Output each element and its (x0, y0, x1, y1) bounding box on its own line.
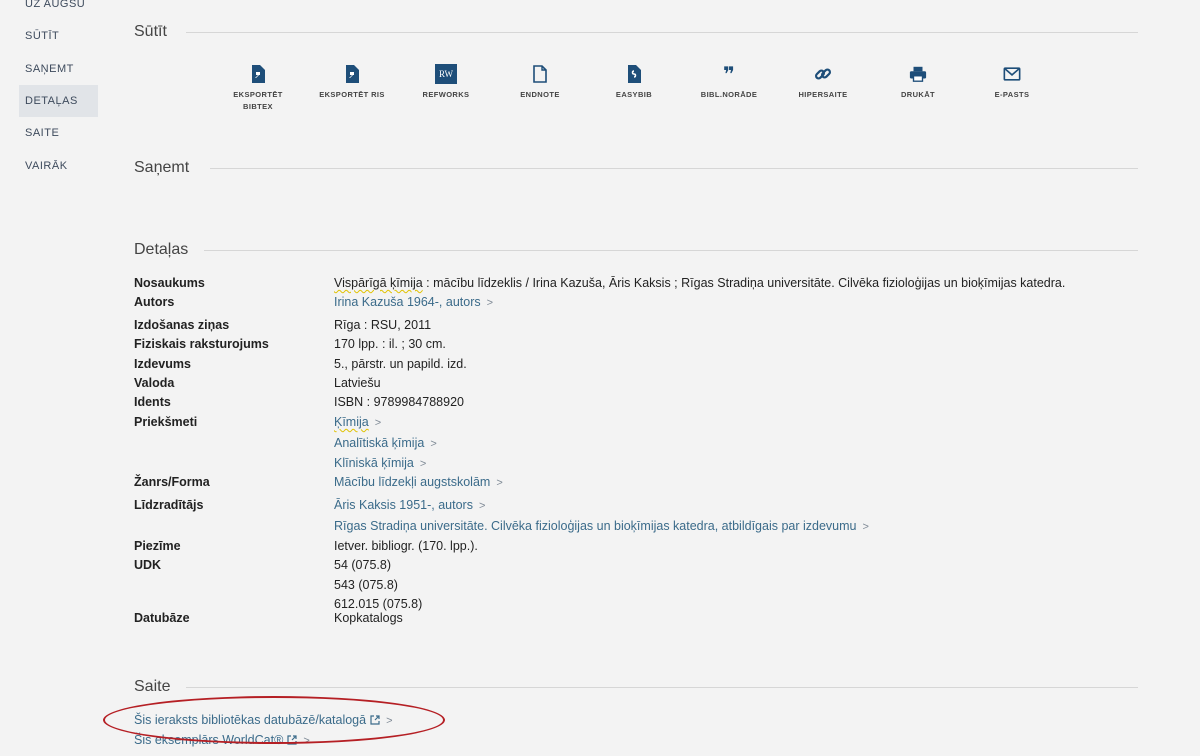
subject-link[interactable]: Ķīmija (334, 415, 369, 429)
detail-value-publication: Rīga : RSU, 2011 (334, 318, 432, 332)
printer-icon (909, 64, 927, 84)
chevron-right-icon: > (430, 437, 437, 450)
detail-label-genre: Žanrs/Forma (134, 475, 210, 489)
citation-quote-icon: ❞ (720, 62, 738, 86)
side-nav-top[interactable]: Uz augšu (19, 0, 98, 20)
easybib-label: EasyBib (615, 90, 653, 99)
get-section-divider (210, 168, 1138, 169)
refworks-button[interactable]: RW RefWorks (400, 64, 492, 101)
subject-link[interactable]: Analītiskā ķīmija (334, 436, 424, 450)
endnote-label: EndNote (520, 90, 560, 99)
details-section-divider (204, 250, 1138, 251)
detail-label-subjects: Priekšmeti (134, 415, 198, 429)
side-nav-link[interactable]: Saite (19, 117, 98, 149)
detail-value-database: Kopkatalogs (334, 611, 403, 625)
side-nav-more[interactable]: Vairāk (19, 150, 98, 182)
detail-value-note: Ietver. bibliogr. (170. lpp.). (334, 539, 478, 553)
print-label: Drukāt (900, 90, 936, 99)
export-bibtex-label-2: BibTeX (243, 102, 273, 111)
chevron-right-icon: > (486, 297, 494, 309)
detail-value-edition: 5., pārstr. un papild. izd. (334, 357, 467, 371)
export-ris-label: Eksportēt RIS (319, 90, 385, 99)
subject-link[interactable]: Klīniskā ķīmija (334, 456, 414, 470)
export-bibtex-label-1: Eksportēt (233, 90, 283, 99)
detail-value-title-rest: : mācību līdzeklis / Irina Kazuša, Āris … (422, 276, 1066, 290)
hyperlink-label: Hipersaite (798, 90, 848, 99)
export-ris-icon (343, 64, 361, 84)
citation-label: Bibl.norāde (700, 90, 758, 99)
udk-value: 54 (075.8) (334, 558, 391, 572)
citation-quote-glyph: ❞ (723, 62, 735, 86)
hyperlink-button[interactable]: Hipersaite (777, 64, 869, 101)
citation-button[interactable]: ❞ Bibl.norāde (683, 62, 775, 101)
export-ris-button[interactable]: Eksportēt RIS (306, 64, 398, 101)
chevron-right-icon: > (862, 520, 869, 533)
highlight-circle-annotation (103, 696, 445, 744)
refworks-icon: RW (435, 64, 457, 84)
contributor-link[interactable]: Āris Kaksis 1951-, autors (334, 498, 473, 512)
refworks-label: RefWorks (422, 90, 470, 99)
details-section-title: Detaļas (134, 241, 189, 258)
detail-label-physical: Fiziskais raksturojums (134, 337, 269, 351)
link-section-title: Saite (134, 678, 171, 695)
print-button[interactable]: Drukāt (872, 64, 964, 101)
link-section-heading: Saite (134, 677, 170, 697)
detail-value-physical: 170 lpp. : il. ; 30 cm. (334, 337, 446, 351)
mail-icon (1003, 64, 1021, 84)
send-section-heading: Sūtīt (134, 22, 167, 42)
chevron-right-icon: > (419, 458, 427, 470)
send-section-title: Sūtīt (134, 23, 167, 40)
send-section-divider (186, 32, 1138, 33)
detail-label-identifier: Idents (134, 395, 171, 409)
detail-value-identifier: ISBN : 9789984788920 (334, 395, 464, 409)
email-button[interactable]: E-pasts (966, 64, 1058, 101)
chevron-right-icon: > (496, 477, 503, 489)
detail-label-language: Valoda (134, 376, 175, 390)
refworks-icon-text: RW (438, 69, 453, 79)
author-link[interactable]: Irina Kazuša 1964-, autors (334, 295, 481, 309)
detail-label-title: Nosaukums (134, 276, 205, 290)
endnote-button[interactable]: EndNote (494, 64, 586, 101)
detail-label-database: Datubāze (134, 611, 190, 625)
side-nav-get[interactable]: Saņemt (19, 53, 98, 85)
detail-label-publication: Izdošanas ziņas (134, 318, 230, 332)
chevron-right-icon: > (374, 417, 382, 429)
udk-value: 543 (075.8) (334, 577, 398, 592)
get-section-title: Saņemt (134, 159, 190, 176)
export-bibtex-icon (249, 64, 267, 84)
detail-label-author: Autors (134, 295, 175, 309)
export-bibtex-button[interactable]: Eksportēt BibTeX (212, 64, 304, 113)
contributor-link[interactable]: Rīgas Stradiņa universitāte. Cilvēka fiz… (334, 519, 856, 533)
email-label: E-pasts (994, 90, 1030, 99)
link-section-divider (186, 687, 1138, 688)
endnote-icon (531, 64, 549, 84)
side-nav-send[interactable]: Sūtīt (19, 20, 98, 52)
detail-label-udk: UDK (134, 558, 162, 572)
chevron-right-icon: > (478, 500, 486, 512)
detail-value-language: Latviešu (334, 376, 381, 390)
easybib-button[interactable]: EasyBib (588, 64, 680, 101)
link-icon (814, 64, 832, 84)
easybib-icon (625, 64, 643, 84)
get-section-heading: Saņemt (134, 158, 189, 178)
detail-label-contributor: Līdzradītājs (134, 498, 204, 512)
details-section-heading: Detaļas (134, 240, 188, 260)
genre-link[interactable]: Mācību līdzekļi augstskolām (334, 475, 490, 489)
detail-label-note: Piezīme (134, 539, 181, 553)
side-nav-details[interactable]: Detaļas (19, 85, 98, 117)
detail-label-edition: Izdevums (134, 357, 191, 371)
detail-value-title-main: Vispārīgā ķīmija (334, 276, 423, 290)
